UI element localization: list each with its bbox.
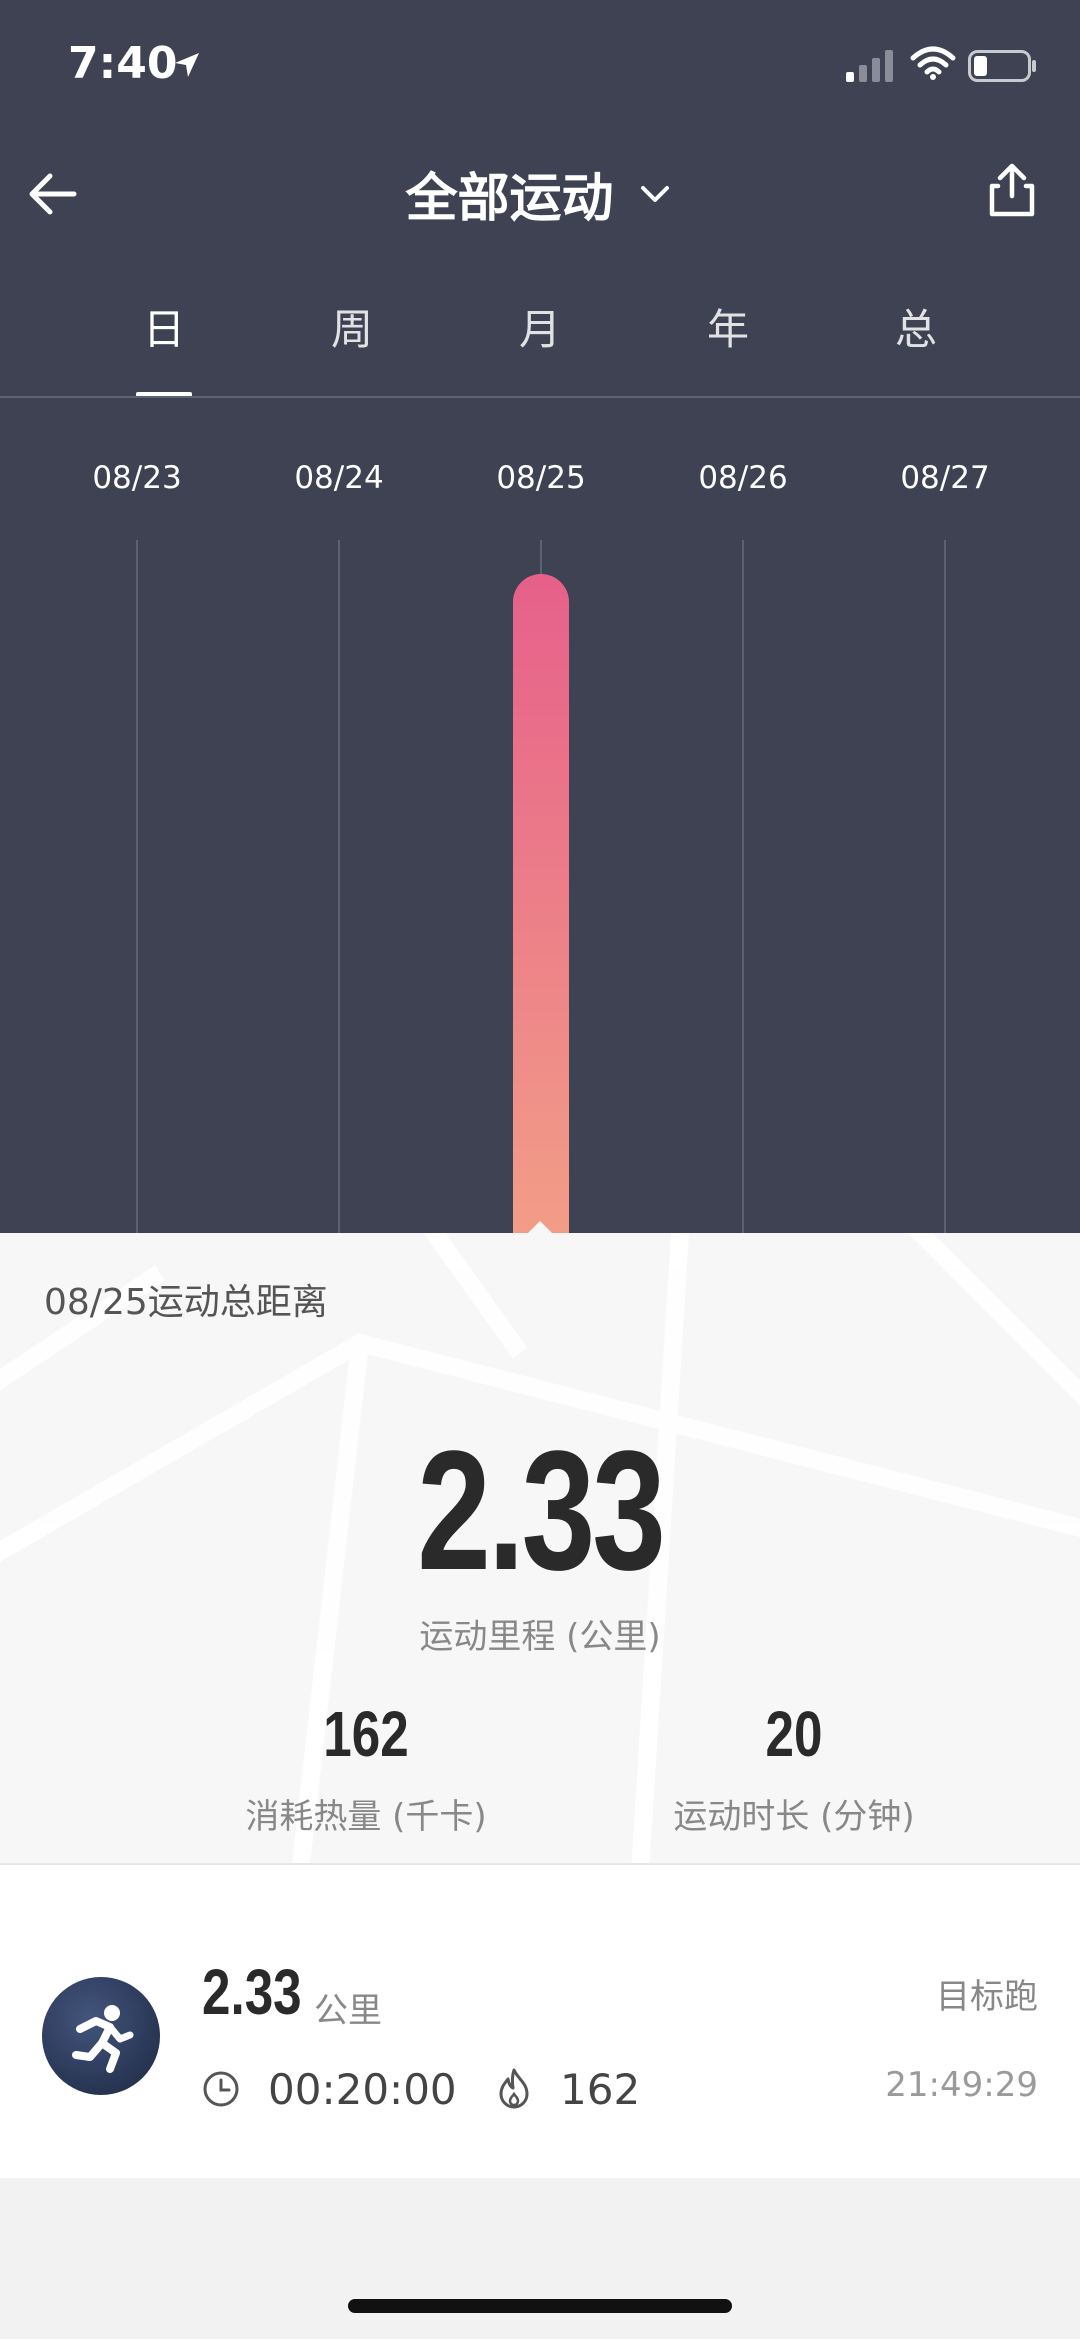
wifi-icon bbox=[910, 46, 956, 80]
tab-month[interactable]: 月 bbox=[480, 296, 600, 357]
share-icon[interactable] bbox=[984, 160, 1040, 220]
duration-value: 20 bbox=[765, 1698, 823, 1770]
distance-bar-chart[interactable]: 08/23 08/24 08/25 08/26 08/27 bbox=[0, 400, 1080, 1233]
battery-icon bbox=[968, 50, 1036, 82]
tab-day[interactable]: 日 bbox=[104, 296, 224, 357]
title-dropdown[interactable]: 全部运动 bbox=[0, 156, 1080, 231]
summary-date-title: 08/25运动总距离 bbox=[44, 1282, 328, 1323]
total-distance-label: 运动里程 (公里) bbox=[419, 1617, 661, 1657]
total-distance-value: 2.33 bbox=[417, 1416, 666, 1606]
tab-week[interactable]: 周 bbox=[292, 296, 412, 357]
selected-bar-pointer bbox=[526, 1221, 554, 1235]
date-tick-label[interactable]: 08/23 bbox=[92, 460, 181, 496]
workout-record-row[interactable]: 2.33 公里 目标跑 00:20:00 162 21:49:29 bbox=[0, 1865, 1080, 2178]
record-workout-type: 目标跑 bbox=[936, 1977, 1038, 2017]
tab-divider bbox=[0, 396, 1080, 398]
cellular-signal-icon bbox=[846, 50, 893, 82]
chevron-down-icon bbox=[640, 185, 669, 202]
calories-label: 消耗热量 (千卡) bbox=[245, 1797, 487, 1837]
flame-icon bbox=[499, 2068, 529, 2109]
summary-card: 08/25运动总距离 2.33 运动里程 (公里) 162 消耗热量 (千卡) … bbox=[0, 1233, 1080, 1863]
calories-value: 162 bbox=[323, 1698, 409, 1770]
home-indicator bbox=[348, 2299, 732, 2313]
record-calories: 162 bbox=[560, 2065, 641, 2114]
date-tick-label[interactable]: 08/25 bbox=[496, 460, 585, 496]
record-duration: 00:20:00 bbox=[268, 2065, 457, 2114]
duration-label: 运动时长 (分钟) bbox=[673, 1797, 915, 1837]
location-arrow-icon bbox=[175, 53, 199, 77]
date-tick-label[interactable]: 08/27 bbox=[900, 460, 989, 496]
distance-bar[interactable] bbox=[513, 574, 569, 1233]
record-distance-unit: 公里 bbox=[314, 1991, 382, 2031]
status-time: 7:40 bbox=[68, 38, 178, 89]
date-tick-label[interactable]: 08/24 bbox=[294, 460, 383, 496]
record-distance: 2.33 bbox=[202, 1956, 302, 2028]
tab-total[interactable]: 总 bbox=[856, 296, 976, 357]
date-tick-label[interactable]: 08/26 bbox=[698, 460, 787, 496]
tab-year[interactable]: 年 bbox=[668, 296, 788, 357]
clock-icon bbox=[203, 2071, 239, 2107]
period-tabs: 日 周 月 年 总 bbox=[0, 296, 1080, 396]
running-icon bbox=[42, 1977, 160, 2095]
record-start-time: 21:49:29 bbox=[885, 2065, 1038, 2105]
page-title: 全部运动 bbox=[405, 169, 614, 229]
